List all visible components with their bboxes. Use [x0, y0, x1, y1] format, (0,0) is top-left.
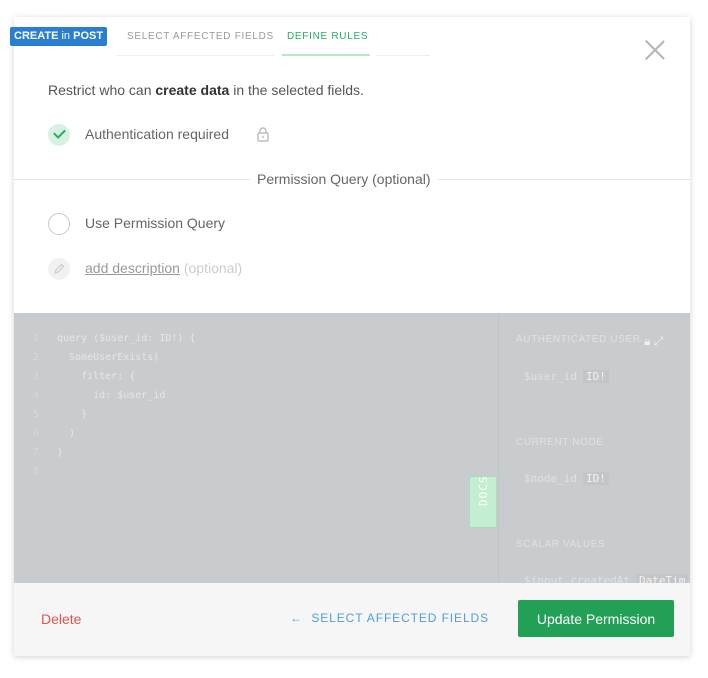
close-icon[interactable]	[642, 37, 668, 63]
variable-type: ID!	[582, 370, 609, 383]
operation-type-badge: CREATE in POST	[10, 27, 108, 46]
code-text: }	[57, 447, 64, 458]
sidebar-icons: 🔒︎ ⤢	[644, 334, 663, 349]
variable-name: $node_id	[524, 472, 577, 485]
authenticated-user-heading: AUTHENTICATED USER	[516, 334, 641, 345]
update-permission-button[interactable]: Update Permission	[518, 600, 674, 637]
code-area[interactable]: 1 query ($user_id: ID!) { 2 SomeUserExis…	[14, 313, 498, 583]
rules-intro: Restrict who can create data in the sele…	[48, 82, 364, 98]
line-number: 3	[33, 371, 40, 382]
code-text: filter: {	[57, 371, 136, 382]
intro-bold: create data	[155, 82, 230, 98]
tab-underline-inactive	[117, 55, 274, 56]
code-text: SomeUserExists(	[57, 352, 160, 363]
permission-query-heading: Permission Query (optional)	[250, 171, 438, 187]
use-permission-query-label: Use Permission Query	[85, 215, 226, 231]
docs-label: DOCS	[477, 475, 490, 507]
intro-suffix: in the selected fields.	[233, 82, 364, 98]
tab-underline-active	[282, 54, 370, 56]
line-number: 2	[33, 352, 40, 363]
code-text: }	[57, 409, 88, 420]
use-permission-query-toggle[interactable]	[48, 213, 70, 235]
code-text: )	[57, 428, 76, 439]
add-description: add description (optional)	[85, 260, 242, 276]
line-number: 4	[33, 390, 40, 401]
operation-in-label: in	[61, 30, 71, 42]
code-text: id: $user_id	[57, 390, 166, 401]
line-number: 1	[33, 333, 40, 344]
lock-icon: 🔒︎	[644, 334, 651, 348]
arrow-left-icon: ←	[290, 611, 303, 625]
auth-required-checkbox[interactable]	[48, 124, 70, 146]
code-text: query ($user_id: ID!) {	[57, 333, 196, 344]
back-label: SELECT AFFECTED FIELDS	[311, 611, 489, 625]
current-node-heading: CURRENT NODE	[516, 437, 604, 448]
scalar-variable[interactable]: $input_createdAt DateTim	[524, 574, 689, 583]
pencil-icon	[48, 258, 70, 280]
back-to-fields-button[interactable]: ← SELECT AFFECTED FIELDS	[290, 611, 489, 625]
tab-underline-rest	[376, 55, 430, 56]
tab-define-rules[interactable]: DEFINE RULES	[287, 31, 368, 42]
variables-sidebar: AUTHENTICATED USER 🔒︎ ⤢ $user_id ID! CURR…	[498, 313, 690, 583]
line-number: 8	[33, 466, 40, 477]
delete-button[interactable]: Delete	[41, 611, 81, 627]
line-number: 7	[33, 447, 40, 458]
type-name-label: POST	[73, 30, 104, 42]
variable-name: $input_createdAt	[524, 574, 630, 583]
add-description-link[interactable]: add description	[85, 260, 180, 276]
docs-tab[interactable]: DOCS	[469, 476, 497, 528]
node-id-variable[interactable]: $node_id ID!	[524, 472, 609, 485]
query-editor: 1 query ($user_id: ID!) { 2 SomeUserExis…	[14, 313, 690, 583]
scalar-values-heading: SCALAR VALUES	[516, 539, 606, 550]
variable-type: DateTim	[635, 574, 689, 583]
variable-name: $user_id	[524, 370, 577, 383]
variable-type: ID!	[582, 472, 609, 485]
line-number: 6	[33, 428, 40, 439]
user-id-variable[interactable]: $user_id ID!	[524, 370, 609, 383]
add-description-optional: (optional)	[183, 260, 243, 276]
lock-icon	[257, 127, 269, 142]
expand-icon[interactable]: ⤢	[654, 334, 664, 348]
tab-select-affected-fields[interactable]: SELECT AFFECTED FIELDS	[127, 31, 274, 42]
intro-prefix: Restrict who can	[48, 82, 152, 98]
operation-label: CREATE	[14, 30, 59, 42]
line-number: 5	[33, 409, 40, 420]
auth-required-label: Authentication required	[85, 126, 229, 142]
